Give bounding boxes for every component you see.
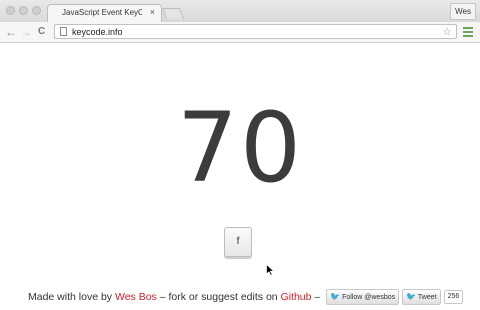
keycode-display: 70 — [176, 92, 304, 204]
minimize-window-button[interactable] — [19, 6, 28, 15]
bookmark-star-icon[interactable]: ☆ — [442, 25, 452, 38]
pressed-key-box: f — [224, 227, 252, 257]
author-link[interactable]: Wes Bos — [115, 291, 157, 303]
footer: Made with love by Wes Bos – fork or sugg… — [28, 288, 464, 306]
follow-label: Follow @wesbos — [342, 294, 396, 302]
tweet-label: Tweet — [417, 294, 437, 302]
pressed-key-label: f — [236, 236, 240, 247]
tweet-button[interactable]: 🐦 Tweet — [402, 289, 441, 306]
github-link[interactable]: Github — [281, 291, 312, 303]
footer-middle: – fork or suggest edits on — [159, 291, 278, 303]
tab-close-icon[interactable]: × — [150, 7, 155, 17]
browser-tab[interactable]: JavaScript Event KeyCod × — [47, 4, 162, 22]
reload-icon[interactable]: C — [38, 25, 45, 39]
twitter-bird-icon: 🐦 — [406, 292, 417, 302]
profile-button[interactable]: Wes — [450, 3, 476, 20]
tweet-count: 256 — [443, 290, 464, 305]
back-arrow-icon[interactable]: ← — [5, 25, 17, 39]
tab-title: JavaScript Event KeyCod — [62, 8, 142, 17]
page-icon — [60, 27, 67, 36]
forward-arrow-icon[interactable]: → — [20, 25, 32, 39]
url-text[interactable]: keycode.info — [72, 26, 123, 38]
hamburger-menu-icon[interactable] — [463, 27, 473, 37]
title-bar: JavaScript Event KeyCod × Wes — [0, 0, 480, 23]
twitter-follow-button[interactable]: 🐦 Follow @wesbos — [326, 289, 400, 306]
close-window-button[interactable] — [6, 6, 15, 15]
maximize-window-button[interactable] — [32, 6, 41, 15]
footer-prefix: Made with love by — [28, 291, 113, 303]
browser-toolbar: ← → C keycode.info ☆ — [0, 22, 480, 43]
footer-dash: – — [314, 291, 321, 303]
mouse-cursor-icon — [266, 264, 275, 276]
new-tab-button[interactable] — [161, 8, 185, 19]
twitter-bird-icon: 🐦 — [330, 292, 341, 302]
address-bar[interactable]: keycode.info ☆ — [54, 24, 457, 39]
